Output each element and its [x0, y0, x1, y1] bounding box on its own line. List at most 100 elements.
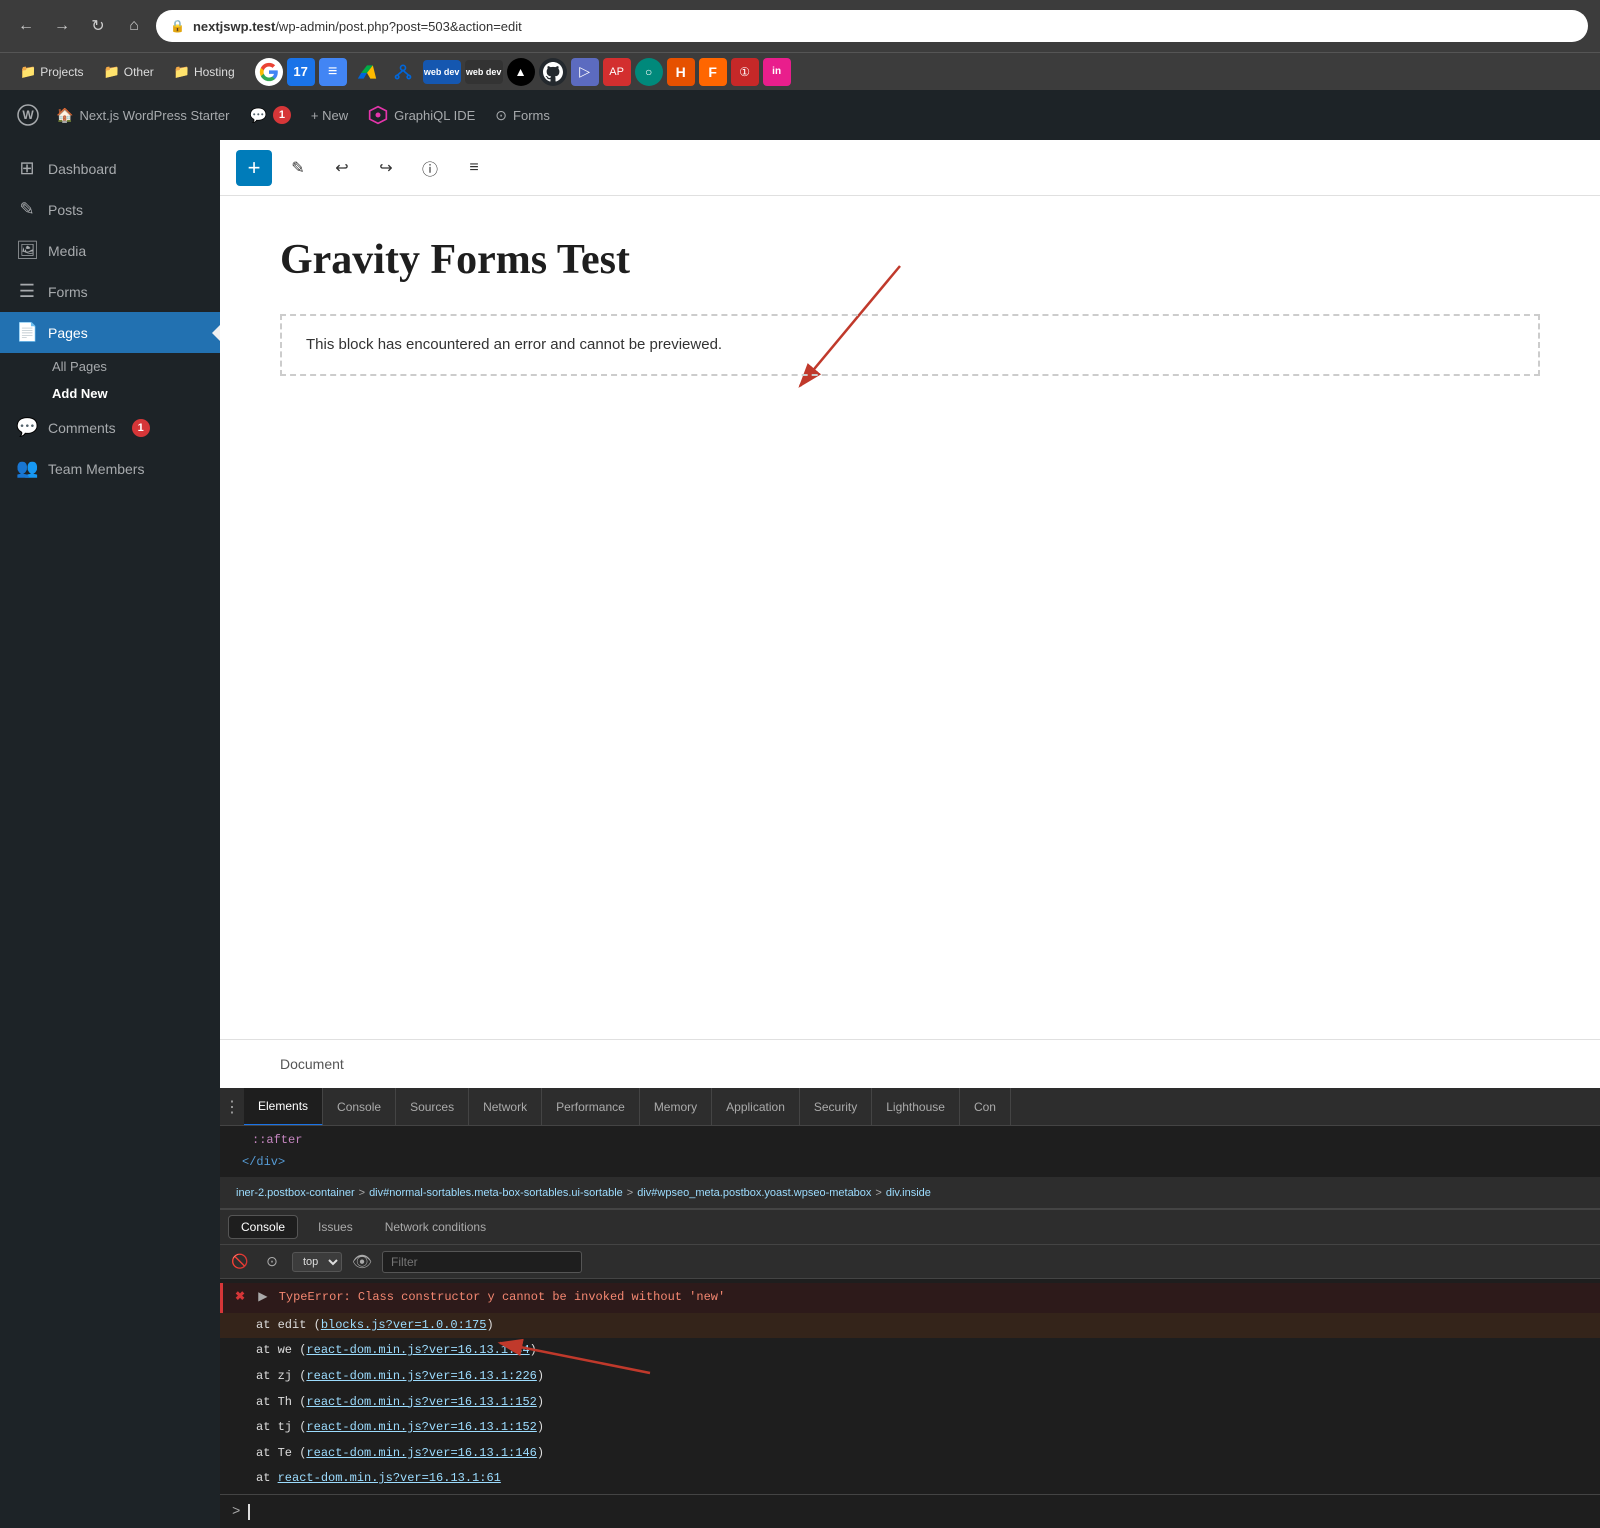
sidebar-add-new[interactable]: Add New [52, 380, 220, 407]
error-expand-icon[interactable]: ▶ [258, 1290, 267, 1304]
sidebar-item-pages[interactable]: 📄 Pages [0, 312, 220, 353]
calendar-icon[interactable]: 17 [287, 58, 315, 86]
breadcrumb-item-0[interactable]: iner-2.postbox-container [232, 1187, 359, 1199]
devtools-tab-lighthouse[interactable]: Lighthouse [872, 1088, 960, 1126]
forward-button[interactable]: → [48, 12, 76, 40]
google-icon[interactable] [255, 58, 283, 86]
console-prompt: > [232, 1504, 240, 1520]
sidebar-item-forms[interactable]: ☰ Forms [0, 271, 220, 312]
console-filter-input[interactable] [382, 1251, 582, 1273]
admin-bar-graphiql[interactable]: GraphiQL IDE [360, 101, 483, 129]
devtools-tab-con[interactable]: Con [960, 1088, 1011, 1126]
console-clear-button[interactable]: 🚫 [228, 1250, 252, 1274]
lastpass-icon[interactable]: ① [731, 58, 759, 86]
bookmark-projects[interactable]: 📁 Projects [12, 61, 92, 83]
github-icon[interactable] [539, 58, 567, 86]
sidebar-item-media[interactable]: 🖼 Media [0, 230, 220, 271]
edit-button[interactable]: ✎ [280, 150, 316, 186]
reload-button[interactable]: ↻ [84, 12, 112, 40]
console-toolbar: Console Issues Network conditions [220, 1209, 1600, 1245]
devtools-handle[interactable]: ⋮ [220, 1088, 244, 1126]
docs-icon[interactable]: ≡ [319, 58, 347, 86]
invision-icon[interactable]: in [763, 58, 791, 86]
sidebar-all-pages[interactable]: All Pages [52, 353, 220, 380]
devtools: ⋮ Elements Console Sources Network Perfo… [220, 1088, 1600, 1528]
stack-line-2[interactable]: at zj (react-dom.min.js?ver=16.13.1:226) [220, 1364, 1600, 1390]
wp-logo-svg: W [16, 103, 40, 127]
devtools-tab-network[interactable]: Network [469, 1088, 542, 1126]
admin-bar-site-name[interactable]: 🏠 Next.js WordPress Starter [48, 103, 237, 128]
list-view-button[interactable]: ≡ [456, 150, 492, 186]
admin-bar-new[interactable]: + New [303, 104, 356, 127]
admin-bar-comments[interactable]: 💬 1 [241, 102, 298, 128]
console-error-row[interactable]: ✖ ▶ TypeError: Class constructor y canno… [220, 1283, 1600, 1313]
stack-line-3[interactable]: at Th (react-dom.min.js?ver=16.13.1:152) [220, 1390, 1600, 1416]
devtools-tab-sources[interactable]: Sources [396, 1088, 469, 1126]
add-block-button[interactable]: + [236, 150, 272, 186]
sidebar-item-dashboard[interactable]: ⊞ Dashboard [0, 148, 220, 189]
devtools-tab-performance[interactable]: Performance [542, 1088, 640, 1126]
stack-line-5[interactable]: at Te (react-dom.min.js?ver=16.13.1:146) [220, 1441, 1600, 1467]
redo-button[interactable]: ↪ [368, 150, 404, 186]
sidebar-item-posts[interactable]: ✎ Posts [0, 189, 220, 230]
console-settings-button[interactable]: ⊙ [260, 1250, 284, 1274]
drive-icon[interactable] [351, 56, 383, 88]
stack-line-6[interactable]: at react-dom.min.js?ver=16.13.1:61 [220, 1466, 1600, 1492]
bookmark-other[interactable]: 📁 Other [96, 61, 162, 83]
error-icon: ✖ [235, 1290, 245, 1304]
pages-icon: 📄 [16, 322, 38, 343]
webdev-icon[interactable]: web dev [423, 60, 461, 84]
sidebar-sub-pages: All Pages Add New [0, 353, 220, 407]
devtools-tab-console[interactable]: Console [323, 1088, 396, 1126]
devtools-tab-application[interactable]: Application [712, 1088, 800, 1126]
stack-line-1[interactable]: at we (react-dom.min.js?ver=16.13.1:84) [220, 1338, 1600, 1364]
webdev2-icon[interactable]: web dev [465, 60, 503, 84]
devtools-tab-elements[interactable]: Elements [244, 1088, 323, 1126]
context-select[interactable]: top [292, 1252, 342, 1272]
devtools-tab-security[interactable]: Security [800, 1088, 872, 1126]
bookmark-hosting[interactable]: 📁 Hosting [166, 61, 243, 83]
browser-chrome: ← → ↻ ⌂ 🔒 nextjswp.test/wp-admin/post.ph… [0, 0, 1600, 90]
teal-icon[interactable]: ○ [635, 58, 663, 86]
f-icon[interactable]: F [699, 58, 727, 86]
stack-line-7[interactable]: at unstable_runWithPriority (react.min.j… [220, 1492, 1600, 1494]
h-icon[interactable]: H [667, 58, 695, 86]
admin-bar-forms[interactable]: ⊙ Forms [487, 103, 558, 128]
dashboard-icon: ⊞ [16, 158, 38, 179]
black-circle-icon[interactable]: ▲ [507, 58, 535, 86]
devtools-html-view: ::after </div> [220, 1126, 1600, 1177]
breadcrumb-item-3[interactable]: div.inside [882, 1187, 935, 1199]
console-tab-network-conditions[interactable]: Network conditions [373, 1216, 498, 1238]
wp-logo[interactable]: W [12, 99, 44, 131]
undo-button[interactable]: ↩ [324, 150, 360, 186]
wp-admin-bar: W 🏠 Next.js WordPress Starter 💬 1 + New … [0, 90, 1600, 140]
address-bar[interactable]: 🔒 nextjswp.test/wp-admin/post.php?post=5… [156, 10, 1588, 42]
info-button[interactable]: ⓘ [412, 150, 448, 186]
content-area: + ✎ ↩ ↪ ⓘ ≡ Gravity Forms Test [220, 140, 1600, 1528]
graphiql-icon [368, 105, 388, 125]
visibility-button[interactable]: 👁 [350, 1250, 374, 1274]
url-path: /wp-admin/post.php?post=503&action=edit [275, 19, 521, 34]
stack-line-0[interactable]: at edit (blocks.js?ver=1.0.0:175) [220, 1313, 1600, 1339]
console-tab-console[interactable]: Console [228, 1215, 298, 1239]
home-button[interactable]: ⌂ [120, 12, 148, 40]
block-error-text: This block has encountered an error and … [306, 336, 722, 353]
comments-icon: 💬 [16, 417, 38, 438]
devtools-tabs: ⋮ Elements Console Sources Network Perfo… [220, 1088, 1600, 1126]
breadcrumb-item-1[interactable]: div#normal-sortables.meta-box-sortables.… [365, 1187, 627, 1199]
url-text: nextjswp.test/wp-admin/post.php?post=503… [193, 19, 522, 34]
url-domain: nextjswp.test [193, 19, 275, 34]
console-tab-issues[interactable]: Issues [306, 1216, 365, 1238]
document-meta: Document [220, 1039, 1600, 1088]
hub-icon[interactable] [387, 56, 419, 88]
sidebar-item-comments[interactable]: 💬 Comments 1 [0, 407, 220, 448]
stack-trace: at edit (blocks.js?ver=1.0.0:175) at we … [220, 1313, 1600, 1494]
post-title: Gravity Forms Test [280, 236, 1540, 284]
devtools-tab-memory[interactable]: Memory [640, 1088, 712, 1126]
back-button[interactable]: ← [12, 12, 40, 40]
breadcrumb-item-2[interactable]: div#wpseo_meta.postbox.yoast.wpseo-metab… [633, 1187, 875, 1199]
aptabase-icon[interactable]: ▷ [571, 58, 599, 86]
sidebar-item-team-members[interactable]: 👥 Team Members [0, 448, 220, 489]
red-icon[interactable]: AP [603, 58, 631, 86]
stack-line-4[interactable]: at tj (react-dom.min.js?ver=16.13.1:152) [220, 1415, 1600, 1441]
